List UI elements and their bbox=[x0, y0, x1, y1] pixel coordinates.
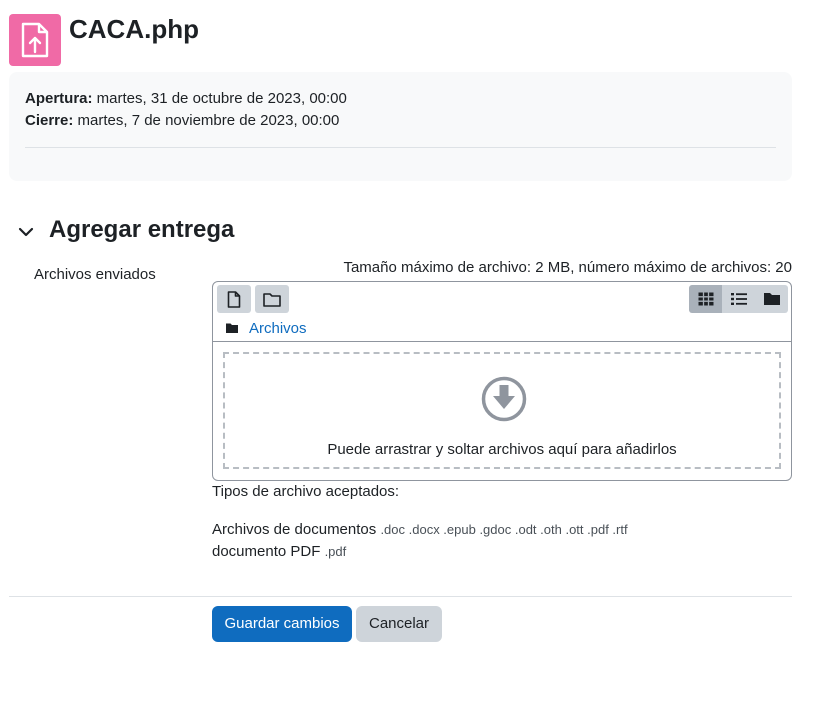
accepted-type-extensions: .pdf bbox=[324, 544, 347, 559]
close-date: Cierre: martes, 7 de noviembre de 2023, … bbox=[25, 111, 339, 131]
accepted-type-item: documento PDF .pdf bbox=[212, 542, 346, 562]
divider bbox=[25, 147, 776, 148]
open-date: Apertura: martes, 31 de octubre de 2023,… bbox=[25, 89, 347, 109]
assignment-icon bbox=[9, 14, 61, 66]
accepted-types-title: Tipos de archivo aceptados: bbox=[212, 483, 400, 500]
divider bbox=[213, 341, 791, 342]
file-manager: Archivos Puede arrastrar y soltar archiv… bbox=[212, 281, 792, 481]
drop-instructions: Puede arrastrar y soltar archivos aquí p… bbox=[327, 441, 677, 458]
accepted-type-extensions: .doc .docx .epub .gdoc .odt .oth .ott .p… bbox=[380, 522, 628, 537]
activity-dates: Apertura: martes, 31 de octubre de 2023,… bbox=[9, 72, 792, 181]
cancel-button[interactable]: Cancelar bbox=[356, 606, 442, 642]
add-file-button[interactable] bbox=[217, 285, 251, 313]
accepted-type-name: documento PDF bbox=[212, 543, 321, 560]
list-view-icon bbox=[730, 293, 747, 305]
accepted-type-name: Archivos de documentos bbox=[212, 521, 377, 538]
path-breadcrumb-link[interactable]: Archivos bbox=[249, 319, 307, 339]
open-date-label: Apertura: bbox=[25, 90, 93, 107]
field-label: Archivos enviados bbox=[34, 266, 156, 283]
grid-view-button[interactable] bbox=[689, 285, 722, 313]
close-date-label: Cierre: bbox=[25, 112, 74, 129]
folder-icon bbox=[226, 323, 238, 333]
max-file-info: Tamaño máximo de archivo: 2 MB, número m… bbox=[343, 259, 792, 276]
view-switcher bbox=[689, 285, 788, 313]
close-date-value: martes, 7 de noviembre de 2023, 00:00 bbox=[73, 112, 340, 129]
save-button[interactable]: Guardar cambios bbox=[212, 606, 352, 642]
divider bbox=[9, 596, 792, 597]
download-arrow-circle-icon bbox=[481, 376, 527, 422]
create-folder-button[interactable] bbox=[255, 285, 289, 313]
add-file-icon bbox=[227, 290, 241, 308]
folder-view-button[interactable] bbox=[755, 285, 788, 313]
list-view-button[interactable] bbox=[722, 285, 755, 313]
file-upload-icon bbox=[21, 22, 49, 58]
grid-view-icon bbox=[698, 292, 713, 306]
accepted-type-item: Archivos de documentos .doc .docx .epub … bbox=[212, 520, 628, 540]
chevron-down-icon[interactable] bbox=[16, 222, 36, 242]
drop-zone[interactable]: Puede arrastrar y soltar archivos aquí p… bbox=[223, 352, 781, 469]
page-title: CACA.php bbox=[69, 14, 199, 44]
create-folder-icon bbox=[263, 292, 281, 307]
section-title[interactable]: Agregar entrega bbox=[49, 214, 234, 246]
open-date-value: martes, 31 de octubre de 2023, 00:00 bbox=[92, 90, 347, 107]
folder-view-icon bbox=[763, 293, 780, 305]
